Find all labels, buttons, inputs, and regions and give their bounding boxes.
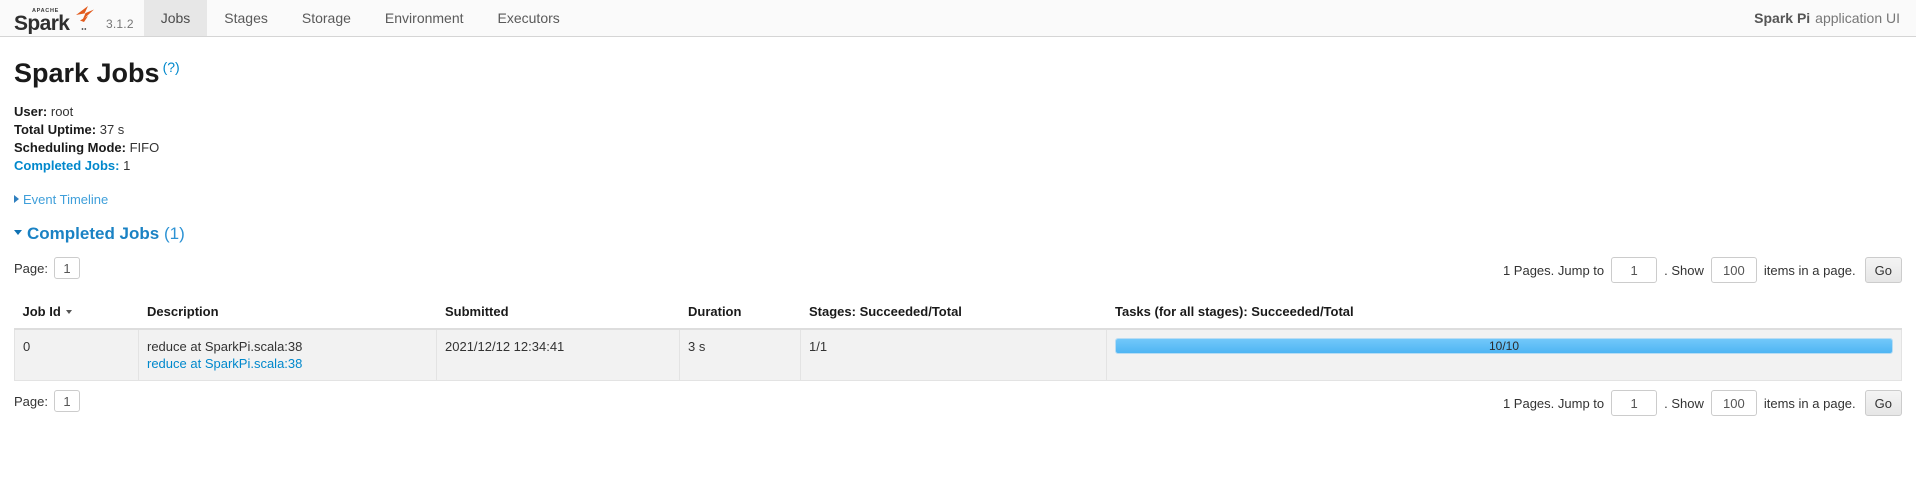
- summary-uptime: Total Uptime: 37 s: [14, 121, 1902, 138]
- column-header-description[interactable]: Description: [138, 296, 437, 331]
- column-header-stages-link[interactable]: Stages: Succeeded/Total: [809, 304, 962, 319]
- navbar-app-title: Spark Pi application UI: [1754, 0, 1916, 36]
- pagination-top: Page: 1 Pages. Jump to . Show items in a…: [14, 257, 1902, 287]
- tab-executors[interactable]: Executors: [481, 0, 577, 36]
- tab-jobs-link[interactable]: Jobs: [143, 0, 208, 36]
- tab-environment-link[interactable]: Environment: [368, 0, 481, 36]
- table-body: 0 reduce at SparkPi.scala:38 reduce at S…: [14, 328, 1902, 382]
- column-header-duration[interactable]: Duration: [679, 296, 801, 331]
- column-header-submitted[interactable]: Submitted: [436, 296, 680, 331]
- pagination-bottom-right: 1 Pages. Jump to . Show items in a page.…: [1499, 390, 1902, 417]
- summary-user-value: root: [50, 103, 74, 119]
- column-header-duration-link[interactable]: Duration: [688, 304, 741, 319]
- page-content: Spark Jobs (?) User: root Total Uptime: 3…: [0, 58, 1916, 420]
- page-size-input-bottom[interactable]: [1710, 390, 1757, 417]
- pagination-top-right: 1 Pages. Jump to . Show items in a page.…: [1499, 257, 1902, 284]
- completed-jobs-table: Job Id Description Submitted Duration St…: [14, 296, 1902, 382]
- cell-duration: 3 s: [679, 328, 801, 382]
- jump-to-input-bottom[interactable]: [1611, 390, 1658, 417]
- spark-version-label: 3.1.2: [106, 17, 134, 31]
- cell-submitted: 2021/12/12 12:34:41: [436, 328, 680, 382]
- tab-storage-link[interactable]: Storage: [285, 0, 368, 36]
- cell-stages: 1/1: [800, 328, 1107, 382]
- navbar: APACHE Spark 3.1.2 Jobs Stages Storage E…: [0, 0, 1916, 37]
- summary-scheduling-mode: Scheduling Mode: FIFO: [14, 139, 1902, 156]
- page-input-bottom[interactable]: [53, 390, 80, 413]
- page-size-input-top[interactable]: [1710, 257, 1757, 284]
- event-timeline-toggle[interactable]: Event Timeline: [14, 192, 1902, 208]
- summary-scheduling-value: FIFO: [129, 139, 160, 155]
- tab-environment[interactable]: Environment: [368, 0, 481, 36]
- jump-to-input-top[interactable]: [1611, 257, 1658, 284]
- chevron-right-icon: [14, 195, 19, 204]
- pagination-bottom-left: Page:: [14, 390, 80, 413]
- column-header-tasks[interactable]: Tasks (for all stages): Succeeded/Total: [1106, 296, 1902, 331]
- completed-jobs-section-header[interactable]: Completed Jobs (1): [14, 223, 1902, 244]
- column-header-description-link[interactable]: Description: [147, 304, 219, 319]
- items-per-page-text-bottom: items in a page.: [1763, 395, 1856, 411]
- summary-scheduling-label: Scheduling Mode:: [14, 139, 126, 155]
- application-name: Spark Pi: [1754, 10, 1811, 26]
- show-text-bottom: . Show: [1664, 395, 1704, 411]
- go-button-top[interactable]: Go: [1864, 257, 1902, 284]
- column-header-tasks-link[interactable]: Tasks (for all stages): Succeeded/Total: [1115, 304, 1354, 319]
- summary-user-label: User:: [14, 103, 48, 119]
- summary-uptime-label: Total Uptime:: [14, 121, 97, 137]
- cell-job-id: 0: [14, 328, 139, 382]
- spark-brand-link[interactable]: APACHE Spark 3.1.2: [0, 0, 144, 36]
- summary-uptime-value: 37 s: [99, 121, 125, 137]
- chevron-down-icon: [14, 229, 22, 235]
- svg-text:Spark: Spark: [14, 12, 70, 34]
- column-header-job-id[interactable]: Job Id: [14, 296, 139, 331]
- tasks-progress-bar: 10/10: [1115, 338, 1893, 355]
- completed-jobs-section-link[interactable]: Completed Jobs: [27, 224, 159, 243]
- cell-description: reduce at SparkPi.scala:38 reduce at Spa…: [138, 328, 437, 382]
- page-input-top[interactable]: [53, 257, 80, 280]
- page-label-bottom: Page:: [14, 393, 48, 409]
- table-header-row: Job Id Description Submitted Duration St…: [14, 296, 1902, 331]
- sort-descending-icon: [65, 309, 72, 314]
- column-header-submitted-link[interactable]: Submitted: [445, 304, 509, 319]
- cell-tasks: 10/10: [1106, 328, 1902, 382]
- show-text-top: . Show: [1664, 262, 1704, 278]
- items-per-page-text-top: items in a page.: [1763, 262, 1856, 278]
- column-header-stages[interactable]: Stages: Succeeded/Total: [800, 296, 1107, 331]
- application-ui-suffix: application UI: [1815, 10, 1900, 26]
- pagination-bottom: Page: 1 Pages. Jump to . Show items in a…: [14, 390, 1902, 420]
- description-text: reduce at SparkPi.scala:38: [147, 339, 303, 355]
- tasks-progress-label: 10/10: [1488, 339, 1520, 354]
- page-title-text: Spark Jobs: [14, 58, 160, 88]
- description-stage-link[interactable]: reduce at SparkPi.scala:38: [147, 355, 428, 372]
- tab-stages-link[interactable]: Stages: [207, 0, 285, 36]
- summary-completed-jobs-link[interactable]: Completed Jobs:: [14, 158, 119, 173]
- summary-completed-jobs: Completed Jobs: 1: [14, 157, 1902, 174]
- column-header-job-id-link[interactable]: Job Id: [23, 304, 61, 319]
- page-label-top: Page:: [14, 260, 48, 276]
- pages-jump-text-top: 1 Pages. Jump to: [1502, 262, 1605, 278]
- apache-spark-logo-icon: APACHE Spark: [14, 4, 100, 34]
- tab-stages[interactable]: Stages: [207, 0, 285, 36]
- pages-jump-text-bottom: 1 Pages. Jump to: [1502, 395, 1605, 411]
- completed-jobs-count: (1): [163, 223, 185, 243]
- tab-executors-link[interactable]: Executors: [481, 0, 577, 36]
- tab-storage[interactable]: Storage: [285, 0, 368, 36]
- summary-completed-jobs-value: 1: [123, 157, 131, 173]
- nav-tabs: Jobs Stages Storage Environment Executor…: [143, 0, 577, 36]
- tab-jobs[interactable]: Jobs: [143, 0, 208, 36]
- table-row: 0 reduce at SparkPi.scala:38 reduce at S…: [14, 328, 1902, 382]
- help-icon[interactable]: (?): [163, 59, 180, 75]
- page-title: Spark Jobs (?): [14, 58, 1902, 89]
- summary-user: User: root: [14, 103, 1902, 120]
- pagination-top-left: Page:: [14, 257, 80, 280]
- go-button-bottom[interactable]: Go: [1864, 390, 1902, 417]
- job-summary-list: User: root Total Uptime: 37 s Scheduling…: [14, 103, 1902, 174]
- table-header: Job Id Description Submitted Duration St…: [14, 296, 1902, 331]
- event-timeline-link[interactable]: Event Timeline: [23, 192, 108, 207]
